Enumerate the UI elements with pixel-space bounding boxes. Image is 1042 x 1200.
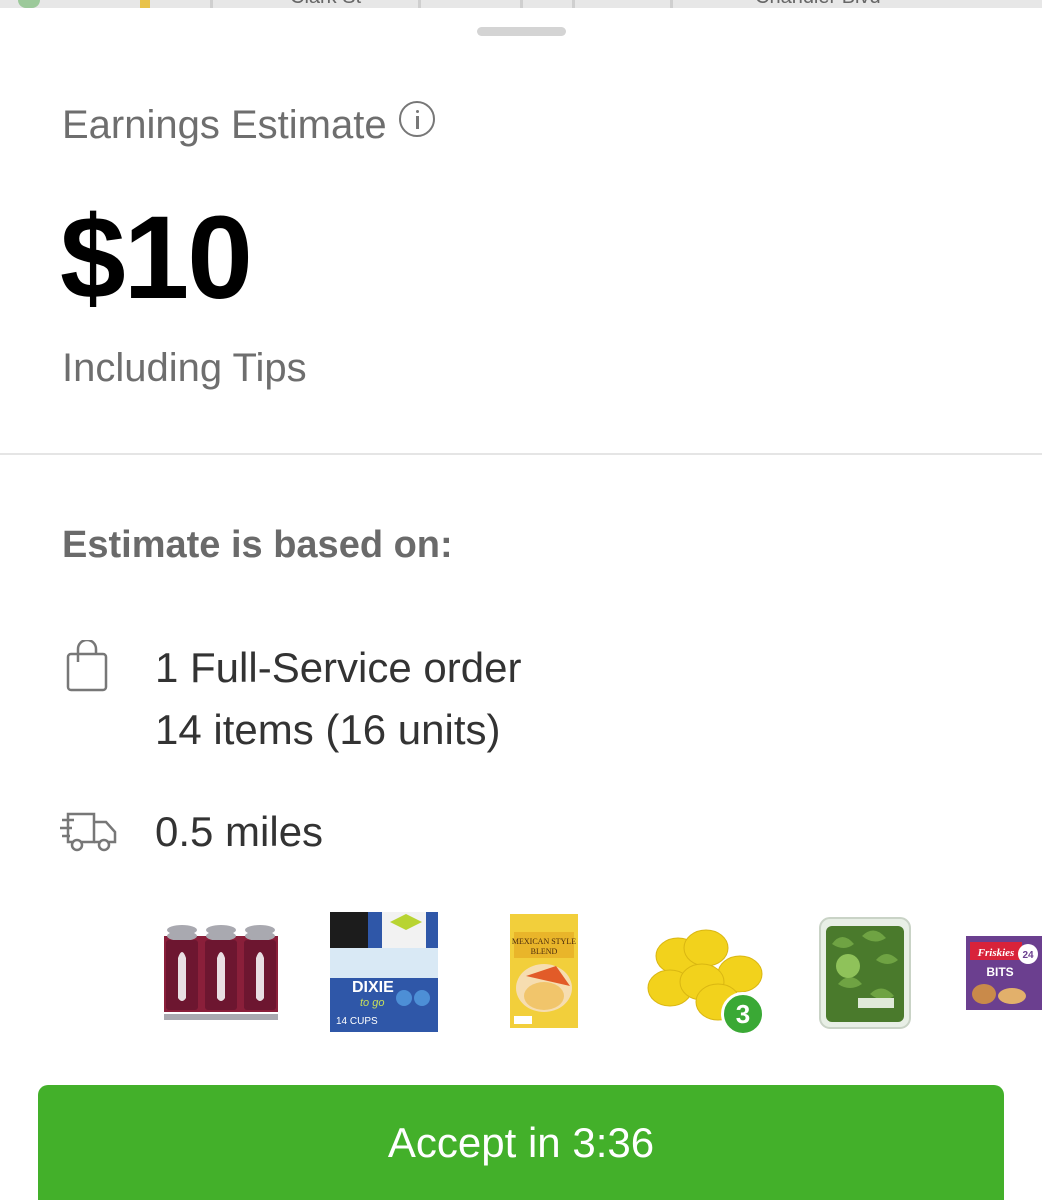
product-thumb-arugula[interactable] — [818, 914, 912, 1032]
earnings-label: Earnings Estimate — [62, 103, 387, 147]
item-count: 14 items (16 units) — [155, 706, 501, 753]
map-street-label: Chandler Blvd — [755, 0, 881, 8]
order-summary: 1 Full-Service order — [155, 644, 522, 691]
map-road — [572, 0, 575, 8]
svg-text:BITS: BITS — [986, 965, 1013, 979]
earnings-amount: $10 — [60, 192, 253, 324]
map-road — [670, 0, 673, 8]
map-park — [18, 0, 40, 8]
svg-text:24: 24 — [1022, 950, 1034, 961]
map-view[interactable]: Clark St Chandler Blvd — [0, 0, 1042, 8]
svg-text:MEXICAN STYLE: MEXICAN STYLE — [512, 937, 576, 946]
distance: 0.5 miles — [155, 808, 324, 855]
drag-handle[interactable] — [477, 27, 566, 36]
product-strip[interactable]: DIXIE to go 14 CUPS MEXICAN STYLE BLEND — [0, 900, 1042, 1040]
divider — [0, 453, 1042, 455]
product-thumb-friskies[interactable]: Friskies BITS 24 — [966, 936, 1042, 1010]
quantity-badge: 3 — [721, 992, 765, 1036]
svg-text:BLEND: BLEND — [531, 947, 558, 956]
shopping-bag-icon — [66, 640, 108, 692]
delivery-truck-icon — [60, 812, 117, 852]
info-icon[interactable] — [398, 100, 435, 137]
map-road — [418, 0, 421, 8]
product-thumb-cheese[interactable]: MEXICAN STYLE BLEND — [506, 910, 582, 1034]
product-thumb-dixie[interactable]: DIXIE to go 14 CUPS — [330, 912, 438, 1032]
map-highway — [140, 0, 150, 8]
svg-text:to go: to go — [360, 997, 384, 1009]
map-road — [520, 0, 523, 8]
svg-text:DIXIE: DIXIE — [352, 979, 394, 996]
earnings-label-row: Earnings Estimate — [62, 100, 435, 148]
earnings-subtext: Including Tips — [62, 346, 307, 390]
screen: Clark St Chandler Blvd Earnings Estimate… — [0, 0, 1042, 1200]
basis-heading: Estimate is based on: — [62, 524, 453, 566]
svg-text:14 CUPS: 14 CUPS — [336, 1016, 378, 1027]
map-street-label: Clark St — [290, 0, 361, 8]
svg-text:Friskies: Friskies — [977, 947, 1015, 959]
accept-button[interactable]: Accept in 3:36 — [38, 1085, 1004, 1200]
map-road — [210, 0, 213, 8]
product-thumb-cola[interactable] — [160, 922, 282, 1022]
